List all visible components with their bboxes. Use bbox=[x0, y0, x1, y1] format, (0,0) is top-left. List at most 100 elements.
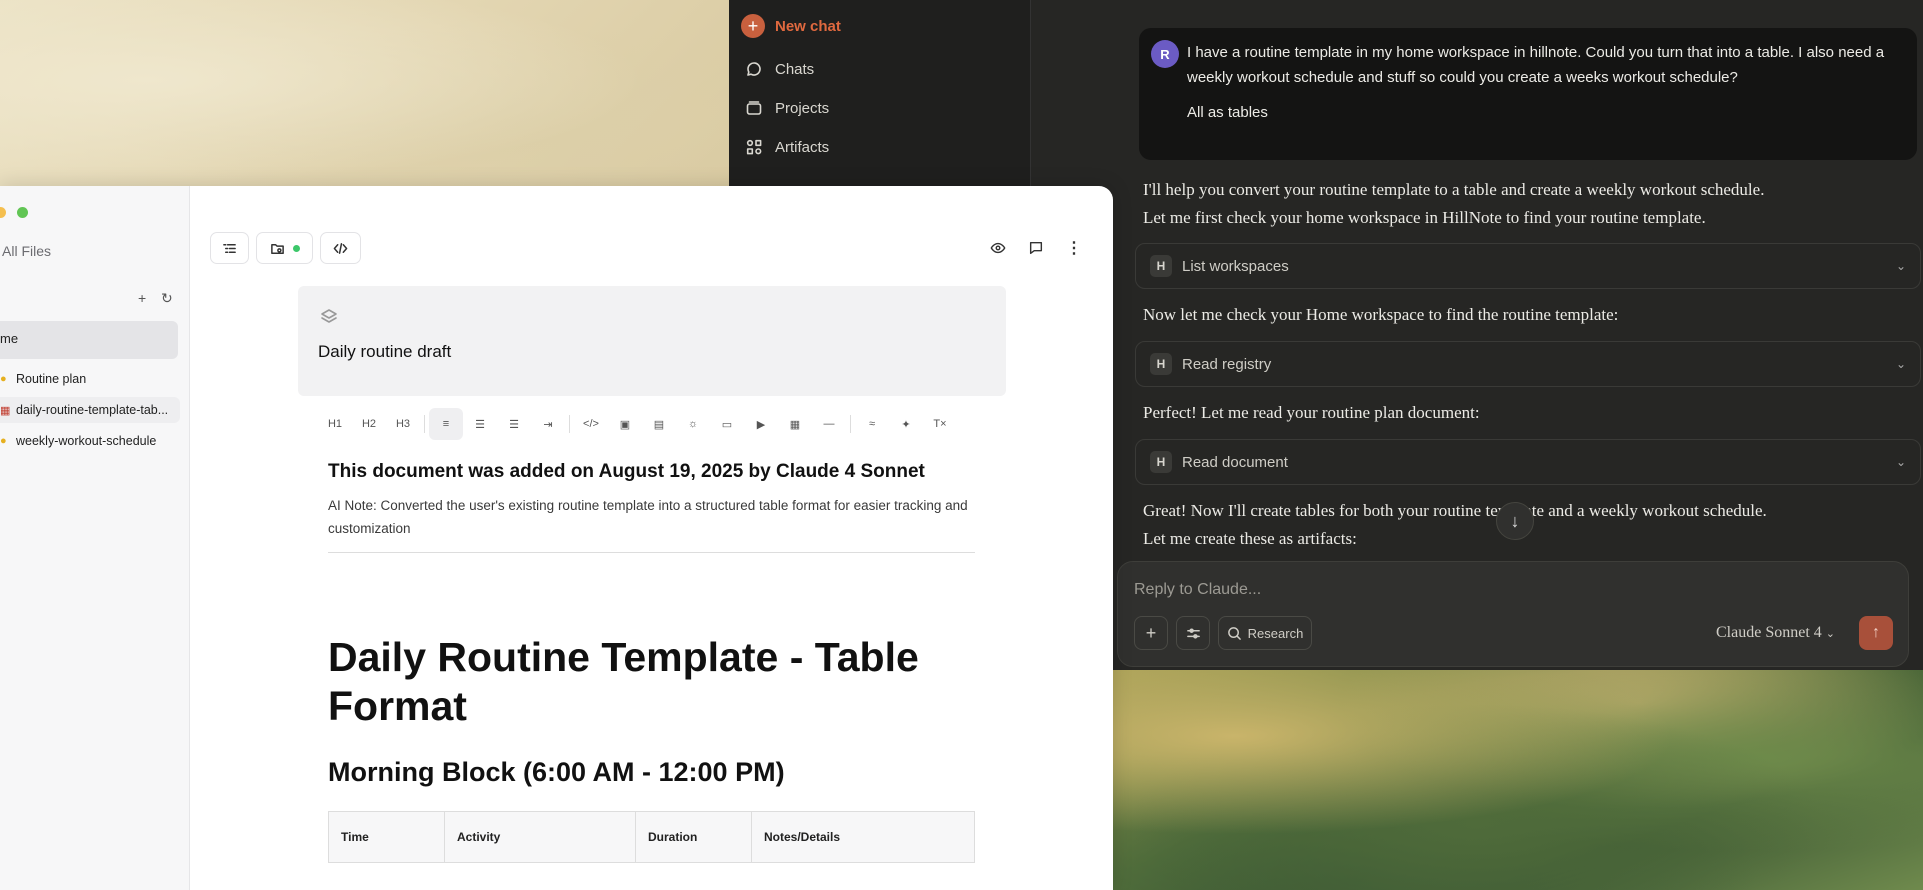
bullet-list-button[interactable]: ≡ bbox=[429, 408, 463, 440]
tool-call-read-registry[interactable]: H Read registry ⌄ bbox=[1135, 341, 1921, 387]
numbered-list-button[interactable]: ☰ bbox=[463, 408, 497, 440]
eye-icon bbox=[990, 242, 1006, 254]
plus-icon: + bbox=[741, 14, 765, 38]
formatting-toolbar: H1 H2 H3 ≡ ☰ ☰ ⇥ </> ▣ ▤ ☼ ▭ ▶ ▦ — ≈ ✦ T… bbox=[318, 408, 957, 440]
clear-format-button[interactable]: T× bbox=[923, 408, 957, 440]
file-icon: ▤ bbox=[653, 418, 665, 431]
video-button[interactable]: ▶ bbox=[744, 408, 778, 440]
add-file-button[interactable]: + bbox=[138, 290, 146, 306]
code-block-button[interactable]: </> bbox=[574, 408, 608, 440]
avatar: R bbox=[1151, 40, 1179, 68]
tool-call-label: Read document bbox=[1182, 453, 1288, 471]
document-heading: Daily Routine Template - Table Format bbox=[328, 634, 919, 729]
chat-bubble-icon bbox=[747, 62, 761, 76]
link-button[interactable]: ☼ bbox=[676, 408, 710, 440]
heading-3-button[interactable]: H3 bbox=[386, 408, 420, 440]
column-header[interactable]: Duration bbox=[635, 811, 752, 863]
layers-icon bbox=[321, 309, 337, 323]
routine-table: Time Activity Duration Notes/Details bbox=[328, 811, 975, 863]
document-title[interactable]: Daily routine draft bbox=[318, 342, 451, 362]
calendar-icon: ▦ bbox=[0, 404, 10, 417]
sidebar-item-artifacts[interactable]: Artifacts bbox=[745, 138, 829, 156]
code-icon: </> bbox=[583, 418, 599, 430]
file-attach-button[interactable]: ▤ bbox=[642, 408, 676, 440]
tool-call-label: List workspaces bbox=[1182, 257, 1289, 275]
workspace-home[interactable]: me bbox=[0, 321, 178, 359]
chevron-down-icon: ⌄ bbox=[1895, 455, 1906, 469]
claude-sidebar: + New chat Chats Projects Artifacts bbox=[729, 0, 1031, 187]
model-label: Claude Sonnet 4 bbox=[1716, 624, 1822, 641]
comments-button[interactable] bbox=[1026, 238, 1046, 258]
tool-call-read-document[interactable]: H Read document ⌄ bbox=[1135, 439, 1921, 485]
outline-list-icon bbox=[223, 243, 236, 253]
tool-call-list-workspaces[interactable]: H List workspaces ⌄ bbox=[1135, 243, 1921, 289]
horizontal-rule-icon: — bbox=[823, 418, 835, 430]
user-message-extra: All as tables bbox=[1187, 104, 1268, 121]
table-button[interactable]: ▦ bbox=[778, 408, 812, 440]
file-item-weekly-workout-schedule[interactable]: ● weekly-workout-schedule bbox=[0, 428, 180, 454]
indent-button[interactable]: ⇥ bbox=[531, 408, 565, 440]
folder-button[interactable]: ▭ bbox=[710, 408, 744, 440]
sidebar-item-projects[interactable]: Projects bbox=[745, 99, 829, 117]
code-icon bbox=[333, 242, 348, 254]
sidebar-item-label: Projects bbox=[775, 99, 830, 117]
scroll-to-bottom-button[interactable]: ↓ bbox=[1496, 502, 1534, 540]
refresh-button[interactable]: ↻ bbox=[161, 290, 173, 307]
sidebar-item-label: Chats bbox=[775, 60, 815, 78]
image-button[interactable]: ▣ bbox=[608, 408, 642, 440]
folder-stack-icon bbox=[746, 101, 762, 115]
heading-2-button[interactable]: H2 bbox=[352, 408, 386, 440]
table-icon: ▦ bbox=[789, 418, 801, 431]
all-files-link[interactable]: All Files bbox=[2, 243, 51, 259]
document-header: Daily routine draft bbox=[298, 286, 1006, 396]
column-header[interactable]: Notes/Details bbox=[751, 811, 975, 863]
file-label: daily-routine-template-tab... bbox=[16, 403, 169, 417]
new-chat-button[interactable]: + New chat bbox=[741, 14, 841, 38]
maximize-window-button[interactable] bbox=[17, 207, 28, 218]
document-icon: ● bbox=[0, 373, 7, 385]
composer: + Research Claude Sonnet 4 ⌄ ↑ bbox=[1117, 561, 1909, 667]
column-header[interactable]: Activity bbox=[444, 811, 636, 863]
checklist-button[interactable]: ☰ bbox=[497, 408, 531, 440]
workspace-folder-button[interactable] bbox=[256, 232, 313, 264]
search-icon bbox=[1227, 626, 1241, 640]
hillnote-tool-icon: H bbox=[1150, 353, 1172, 375]
ai-sparkle-button[interactable]: ✦ bbox=[889, 408, 923, 440]
heading-1-button[interactable]: H1 bbox=[318, 408, 352, 440]
user-message-text: I have a routine template in my home wor… bbox=[1187, 44, 1885, 86]
tools-button[interactable] bbox=[1176, 616, 1210, 650]
column-header[interactable]: Time bbox=[328, 811, 445, 863]
horizontal-rule-button[interactable]: — bbox=[812, 408, 846, 440]
arrow-up-icon: ↑ bbox=[1872, 624, 1880, 641]
send-button[interactable]: ↑ bbox=[1859, 616, 1893, 650]
grid-shapes-icon bbox=[746, 139, 762, 155]
comment-icon bbox=[1029, 241, 1043, 255]
video-icon: ▶ bbox=[756, 418, 766, 431]
model-selector[interactable]: Claude Sonnet 4 ⌄ bbox=[1716, 624, 1835, 642]
file-item-routine-plan[interactable]: ● Routine plan bbox=[0, 366, 180, 392]
workspace-label: me bbox=[0, 331, 19, 346]
outline-toggle-button[interactable] bbox=[210, 232, 249, 264]
numbered-list-icon: ☰ bbox=[475, 418, 485, 431]
new-chat-label: New chat bbox=[775, 17, 841, 35]
reply-input[interactable] bbox=[1134, 578, 1874, 602]
refresh-icon: ↻ bbox=[161, 290, 173, 306]
plus-icon: + bbox=[138, 290, 147, 306]
globe-icon: ☼ bbox=[687, 418, 699, 430]
code-view-button[interactable] bbox=[320, 232, 361, 264]
sidebar-item-chats[interactable]: Chats bbox=[745, 60, 814, 78]
research-button[interactable]: Research bbox=[1218, 616, 1312, 650]
hillnote-window: All Files + ↻ me ● Routine plan ▦ daily-… bbox=[0, 186, 1113, 890]
add-attachment-button[interactable]: + bbox=[1134, 616, 1168, 650]
file-item-daily-routine-template[interactable]: ▦ daily-routine-template-tab... bbox=[0, 397, 180, 423]
document-added-line: This document was added on August 19, 20… bbox=[328, 461, 925, 482]
minimize-window-button[interactable] bbox=[0, 207, 6, 218]
preview-button[interactable] bbox=[988, 238, 1008, 258]
divider bbox=[569, 415, 570, 433]
more-options-button[interactable]: ⋮ bbox=[1064, 238, 1084, 258]
wave-button[interactable]: ≈ bbox=[855, 408, 889, 440]
assistant-message: Perfect! Let me read your routine plan d… bbox=[1143, 403, 1480, 422]
checklist-icon: ☰ bbox=[509, 418, 519, 431]
hillnote-tool-icon: H bbox=[1150, 451, 1172, 473]
sidebar-item-label: Artifacts bbox=[775, 138, 830, 156]
